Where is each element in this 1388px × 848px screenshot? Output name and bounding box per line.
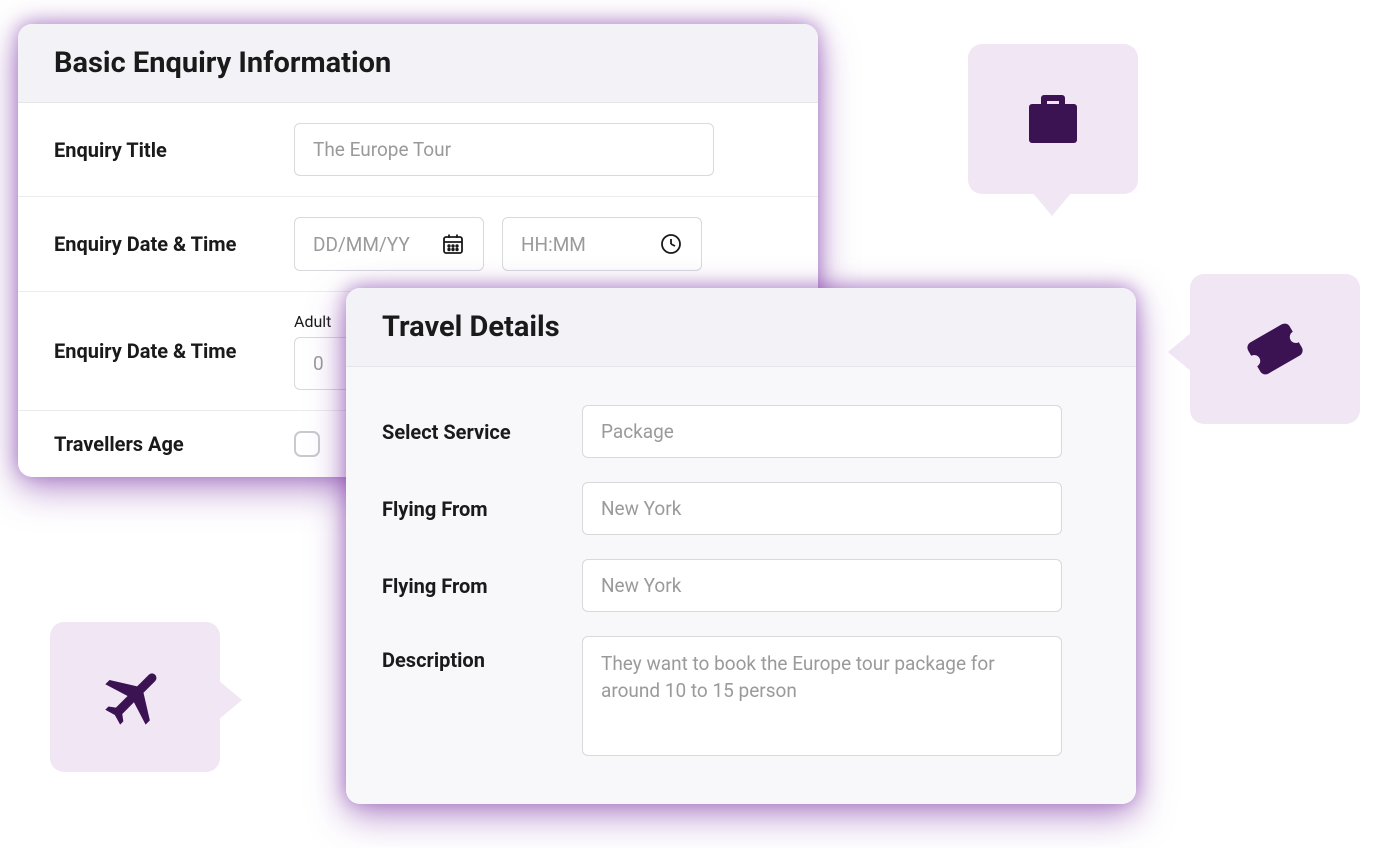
label-travellers-age: Travellers Age bbox=[54, 432, 294, 456]
row-from-1: Flying From New York bbox=[382, 470, 1100, 547]
input-from-1[interactable]: New York bbox=[582, 482, 1062, 535]
label-from-1: Flying From bbox=[382, 497, 582, 521]
chip-ticket bbox=[1190, 274, 1360, 424]
plane-icon bbox=[99, 661, 171, 733]
card-header: Travel Details bbox=[346, 288, 1136, 367]
label-enquiry-title: Enquiry Title bbox=[54, 138, 294, 162]
label-from-2: Flying From bbox=[382, 574, 582, 598]
card-title: Travel Details bbox=[382, 310, 1100, 344]
clock-icon bbox=[659, 232, 683, 256]
card-header: Basic Enquiry Information bbox=[18, 24, 818, 103]
row-from-2: Flying From New York bbox=[382, 547, 1100, 624]
input-time[interactable]: HH:MM bbox=[502, 217, 702, 271]
checkbox-travellers-age[interactable] bbox=[294, 431, 320, 457]
input-service[interactable]: Package bbox=[582, 405, 1062, 458]
chip-tail bbox=[1168, 332, 1192, 372]
chip-plane bbox=[50, 622, 220, 772]
row-enquiry-title: Enquiry Title The Europe Tour bbox=[18, 103, 818, 197]
input-enquiry-title[interactable]: The Europe Tour bbox=[294, 123, 714, 176]
luggage-icon bbox=[1017, 83, 1089, 155]
input-date[interactable]: DD/MM/YY bbox=[294, 217, 484, 271]
card-title: Basic Enquiry Information bbox=[54, 46, 782, 80]
date-placeholder: DD/MM/YY bbox=[313, 233, 410, 256]
time-placeholder: HH:MM bbox=[521, 233, 586, 256]
row-date-time: Enquiry Date & Time DD/MM/YY HH:MM bbox=[18, 197, 818, 292]
input-description[interactable] bbox=[582, 636, 1062, 756]
label-date-time: Enquiry Date & Time bbox=[54, 232, 294, 256]
row-service: Select Service Package bbox=[382, 393, 1100, 470]
calendar-icon bbox=[441, 232, 465, 256]
travel-details-card: Travel Details Select Service Package Fl… bbox=[346, 288, 1136, 804]
ticket-icon bbox=[1239, 313, 1311, 385]
chip-tail bbox=[1032, 192, 1072, 216]
label-party: Enquiry Date & Time bbox=[54, 339, 294, 363]
label-service: Select Service bbox=[382, 420, 582, 444]
chip-luggage bbox=[968, 44, 1138, 194]
chip-tail bbox=[218, 680, 242, 720]
label-description: Description bbox=[382, 636, 582, 672]
input-from-2[interactable]: New York bbox=[582, 559, 1062, 612]
row-description: Description bbox=[382, 624, 1100, 768]
